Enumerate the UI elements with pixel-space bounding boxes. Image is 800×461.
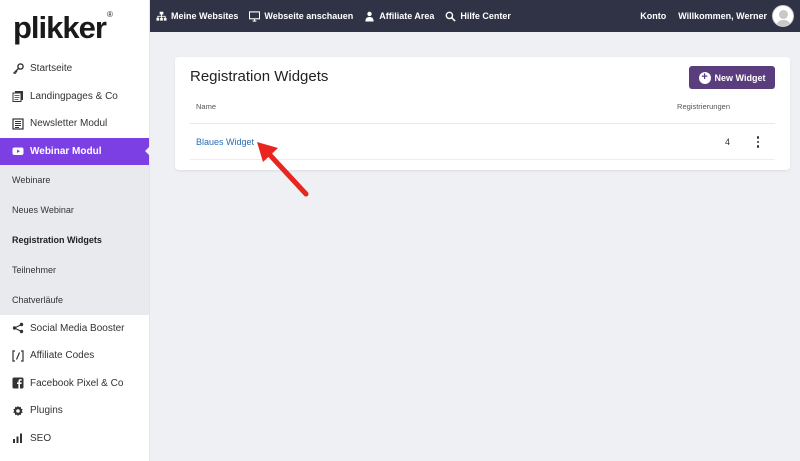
sidebar-item-landingpages[interactable]: Landingpages & Co: [0, 83, 149, 111]
sidebar: plikker® Startseite Landingpages & Co Ne…: [0, 0, 150, 461]
logo-wordmark: plikker: [13, 10, 107, 45]
sidebar-item-startseite[interactable]: Startseite: [0, 55, 149, 83]
topbar-link-label: Hilfe Center: [460, 11, 511, 21]
share-icon: [12, 322, 24, 334]
plus-circle-icon: +: [698, 71, 711, 84]
key-icon: [12, 62, 24, 75]
red-annotation-arrow-icon: [257, 142, 309, 197]
search-icon: [445, 11, 457, 22]
kebab-dot: [756, 145, 760, 148]
avatar[interactable]: [772, 5, 794, 27]
table-header: Name Registrierungen: [190, 95, 775, 124]
sidebar-item-seo[interactable]: SEO: [0, 425, 149, 453]
sidebar-item-label: Social Media Booster: [30, 322, 125, 334]
registered-mark: ®: [106, 10, 113, 19]
top-navbar: Meine Websites Webseite anschauen Affili…: [150, 0, 800, 32]
new-widget-label: New Widget: [714, 72, 766, 83]
sidebar-item-label: Facebook Pixel & Co: [30, 377, 124, 389]
monitor-icon: [249, 10, 261, 22]
topbar-link-label: Meine Websites: [171, 11, 239, 21]
registration-count: 4: [724, 137, 730, 147]
sidebar-item-affiliate-codes[interactable]: Affiliate Codes: [0, 342, 149, 370]
user-icon: [364, 11, 375, 22]
submenu-item-teilnehmer[interactable]: Teilnehmer: [0, 255, 149, 285]
topbar-link-label: Webseite anschauen: [264, 11, 354, 21]
youtube-icon: [12, 145, 24, 157]
sidebar-item-label: Startseite: [30, 63, 73, 75]
topbar-link-webseite-anschauen[interactable]: Webseite anschauen: [249, 10, 354, 22]
newsletter-icon: [12, 118, 24, 130]
topbar-link-hilfe-center[interactable]: Hilfe Center: [445, 11, 511, 22]
page-title: Registration Widgets: [190, 68, 329, 85]
bar-chart-icon: [12, 432, 24, 444]
column-header-name: Name: [196, 102, 217, 111]
sidebar-item-label: Plugins: [30, 405, 63, 417]
sitemap-icon: [156, 11, 167, 22]
sidebar-item-plugins[interactable]: Plugins: [0, 397, 149, 425]
logo[interactable]: plikker®: [0, 0, 149, 55]
kebab-dot: [756, 136, 760, 139]
new-widget-button[interactable]: + New Widget: [689, 66, 775, 89]
sidebar-item-newsletter[interactable]: Newsletter Modul: [0, 110, 149, 138]
topbar-link-label: Affiliate Area: [379, 11, 435, 21]
gear-icon: [12, 405, 24, 417]
column-header-registrations: Registrierungen: [677, 102, 730, 111]
kebab-dot: [756, 140, 760, 144]
submenu-item-registration-widgets[interactable]: Registration Widgets: [0, 225, 149, 255]
pages-icon: [12, 90, 24, 103]
widget-name-link[interactable]: Blaues Widget: [196, 137, 254, 147]
welcome-text: Willkommen, Werner: [678, 11, 767, 21]
topbar-account-area: Konto Willkommen, Werner: [640, 5, 800, 27]
sidebar-item-label: Webinar Modul: [30, 145, 102, 157]
sidebar-item-label: Affiliate Codes: [30, 350, 95, 362]
topbar-link-affiliate-area[interactable]: Affiliate Area: [364, 11, 434, 22]
sidebar-item-social-media-booster[interactable]: Social Media Booster: [0, 315, 149, 343]
code-bracket-icon: [12, 350, 24, 362]
row-menu-kebab-icon[interactable]: [751, 133, 765, 151]
webinar-submenu: Webinare Neues Webinar Registration Widg…: [0, 164, 149, 315]
submenu-item-neues-webinar[interactable]: Neues Webinar: [0, 195, 149, 225]
avatar-body: [776, 20, 791, 26]
avatar-head: [779, 10, 788, 19]
submenu-item-chatverlaeufe[interactable]: Chatverläufe: [0, 285, 149, 315]
sidebar-item-webinar-modul[interactable]: Webinar Modul: [0, 137, 150, 165]
sidebar-item-label: Landingpages & Co: [30, 90, 118, 102]
facebook-icon: [12, 377, 24, 389]
topbar-link-meine-websites[interactable]: Meine Websites: [156, 11, 238, 22]
sidebar-item-label: SEO: [30, 432, 52, 444]
submenu-item-webinare[interactable]: Webinare: [0, 165, 149, 195]
konto-link[interactable]: Konto: [640, 11, 666, 21]
sidebar-item-facebook-pixel[interactable]: Facebook Pixel & Co: [0, 370, 149, 398]
sidebar-item-label: Newsletter Modul: [30, 118, 108, 130]
